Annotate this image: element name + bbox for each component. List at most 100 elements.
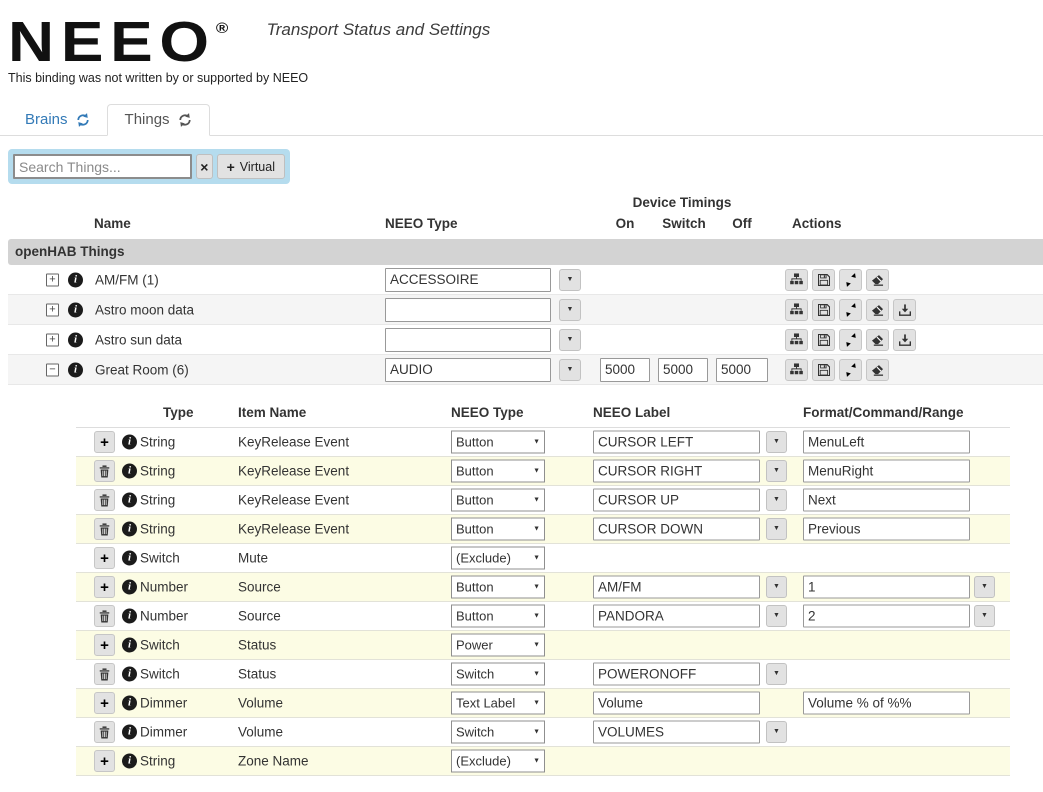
neeo-type-select[interactable]: Button ▼: [451, 517, 545, 541]
tab-things[interactable]: Things: [106, 104, 210, 136]
eraser-button[interactable]: [866, 358, 889, 381]
add-channel-button[interactable]: +: [94, 576, 115, 598]
neeo-label-dropdown-button[interactable]: ▼: [766, 518, 787, 540]
sitemap-button[interactable]: [785, 298, 808, 321]
neeo-type-select[interactable]: Button ▼: [451, 575, 545, 599]
eraser-button[interactable]: [866, 328, 889, 351]
neeo-type-dropdown-button[interactable]: ▼: [559, 358, 581, 381]
neeo-type-input[interactable]: [385, 267, 551, 292]
neeo-type-select[interactable]: Switch ▼: [451, 720, 545, 744]
add-virtual-button[interactable]: + Virtual: [216, 154, 285, 179]
refresh-icon[interactable]: [76, 112, 90, 127]
refresh-button[interactable]: [839, 358, 862, 381]
collapse-button[interactable]: −: [46, 363, 59, 376]
format-input[interactable]: [803, 575, 970, 599]
info-icon[interactable]: i: [68, 302, 83, 317]
refresh-button[interactable]: [839, 268, 862, 291]
format-input[interactable]: [803, 488, 970, 512]
refresh-icon[interactable]: [178, 112, 192, 127]
sitemap-button[interactable]: [785, 358, 808, 381]
format-input[interactable]: [803, 517, 970, 541]
eraser-button[interactable]: [866, 268, 889, 291]
delete-channel-button[interactable]: [94, 489, 115, 511]
delete-channel-button[interactable]: [94, 460, 115, 482]
add-channel-button[interactable]: +: [94, 692, 115, 714]
eraser-button[interactable]: [866, 298, 889, 321]
expand-button[interactable]: +: [46, 273, 59, 286]
neeo-label-input[interactable]: [593, 691, 760, 715]
info-icon[interactable]: i: [122, 579, 137, 595]
neeo-label-input[interactable]: [593, 430, 760, 454]
expand-button[interactable]: +: [46, 333, 59, 346]
neeo-type-select[interactable]: Button ▼: [451, 459, 545, 483]
info-icon[interactable]: i: [122, 463, 137, 479]
neeo-label-dropdown-button[interactable]: ▼: [766, 663, 787, 685]
format-input[interactable]: [803, 691, 970, 715]
format-dropdown-button[interactable]: ▼: [974, 576, 995, 598]
info-icon[interactable]: i: [122, 550, 137, 566]
refresh-button[interactable]: [839, 328, 862, 351]
neeo-type-select[interactable]: Text Label ▼: [451, 691, 545, 715]
neeo-label-input[interactable]: [593, 720, 760, 744]
info-icon[interactable]: i: [68, 362, 83, 377]
neeo-type-input[interactable]: [385, 297, 551, 322]
add-channel-button[interactable]: +: [94, 634, 115, 656]
format-dropdown-button[interactable]: ▼: [974, 605, 995, 627]
neeo-type-dropdown-button[interactable]: ▼: [559, 328, 581, 351]
delete-channel-button[interactable]: [94, 663, 115, 685]
neeo-type-input[interactable]: [385, 327, 551, 352]
neeo-label-dropdown-button[interactable]: ▼: [766, 576, 787, 598]
save-button[interactable]: [812, 328, 835, 351]
neeo-type-select[interactable]: (Exclude) ▼: [451, 749, 545, 773]
info-icon[interactable]: i: [122, 492, 137, 508]
neeo-type-select[interactable]: Button ▼: [451, 488, 545, 512]
neeo-label-input[interactable]: [593, 517, 760, 541]
save-button[interactable]: [812, 298, 835, 321]
refresh-button[interactable]: [839, 298, 862, 321]
delete-channel-button[interactable]: [94, 721, 115, 743]
timing-off-input[interactable]: [716, 357, 768, 382]
add-channel-button[interactable]: +: [94, 750, 115, 772]
info-icon[interactable]: i: [122, 695, 137, 711]
neeo-label-dropdown-button[interactable]: ▼: [766, 431, 787, 453]
format-input[interactable]: [803, 604, 970, 628]
neeo-label-input[interactable]: [593, 488, 760, 512]
add-channel-button[interactable]: +: [94, 547, 115, 569]
info-icon[interactable]: i: [122, 666, 137, 682]
neeo-label-dropdown-button[interactable]: ▼: [766, 489, 787, 511]
neeo-type-select[interactable]: (Exclude) ▼: [451, 546, 545, 570]
neeo-type-select[interactable]: Switch ▼: [451, 662, 545, 686]
neeo-label-input[interactable]: [593, 575, 760, 599]
delete-channel-button[interactable]: [94, 605, 115, 627]
neeo-type-select[interactable]: Button ▼: [451, 604, 545, 628]
format-input[interactable]: [803, 430, 970, 454]
info-icon[interactable]: i: [122, 608, 137, 624]
download-button[interactable]: [893, 328, 916, 351]
sitemap-button[interactable]: [785, 268, 808, 291]
info-icon[interactable]: i: [122, 753, 137, 769]
tab-brains[interactable]: Brains: [8, 105, 107, 135]
sitemap-button[interactable]: [785, 328, 808, 351]
info-icon[interactable]: i: [122, 724, 137, 740]
timing-switch-input[interactable]: [658, 357, 708, 382]
neeo-label-input[interactable]: [593, 459, 760, 483]
neeo-type-select[interactable]: Button ▼: [451, 430, 545, 454]
neeo-label-dropdown-button[interactable]: ▼: [766, 721, 787, 743]
info-icon[interactable]: i: [122, 434, 137, 450]
info-icon[interactable]: i: [68, 332, 83, 347]
neeo-label-input[interactable]: [593, 662, 760, 686]
download-button[interactable]: [893, 298, 916, 321]
neeo-type-select[interactable]: Power ▼: [451, 633, 545, 657]
search-input[interactable]: [13, 154, 192, 179]
neeo-label-dropdown-button[interactable]: ▼: [766, 605, 787, 627]
save-button[interactable]: [812, 358, 835, 381]
info-icon[interactable]: i: [122, 637, 137, 653]
neeo-type-input[interactable]: [385, 357, 551, 382]
info-icon[interactable]: i: [68, 272, 83, 287]
timing-on-input[interactable]: [600, 357, 650, 382]
neeo-label-input[interactable]: [593, 604, 760, 628]
clear-search-button[interactable]: ×: [196, 154, 213, 179]
format-input[interactable]: [803, 459, 970, 483]
delete-channel-button[interactable]: [94, 518, 115, 540]
expand-button[interactable]: +: [46, 303, 59, 316]
